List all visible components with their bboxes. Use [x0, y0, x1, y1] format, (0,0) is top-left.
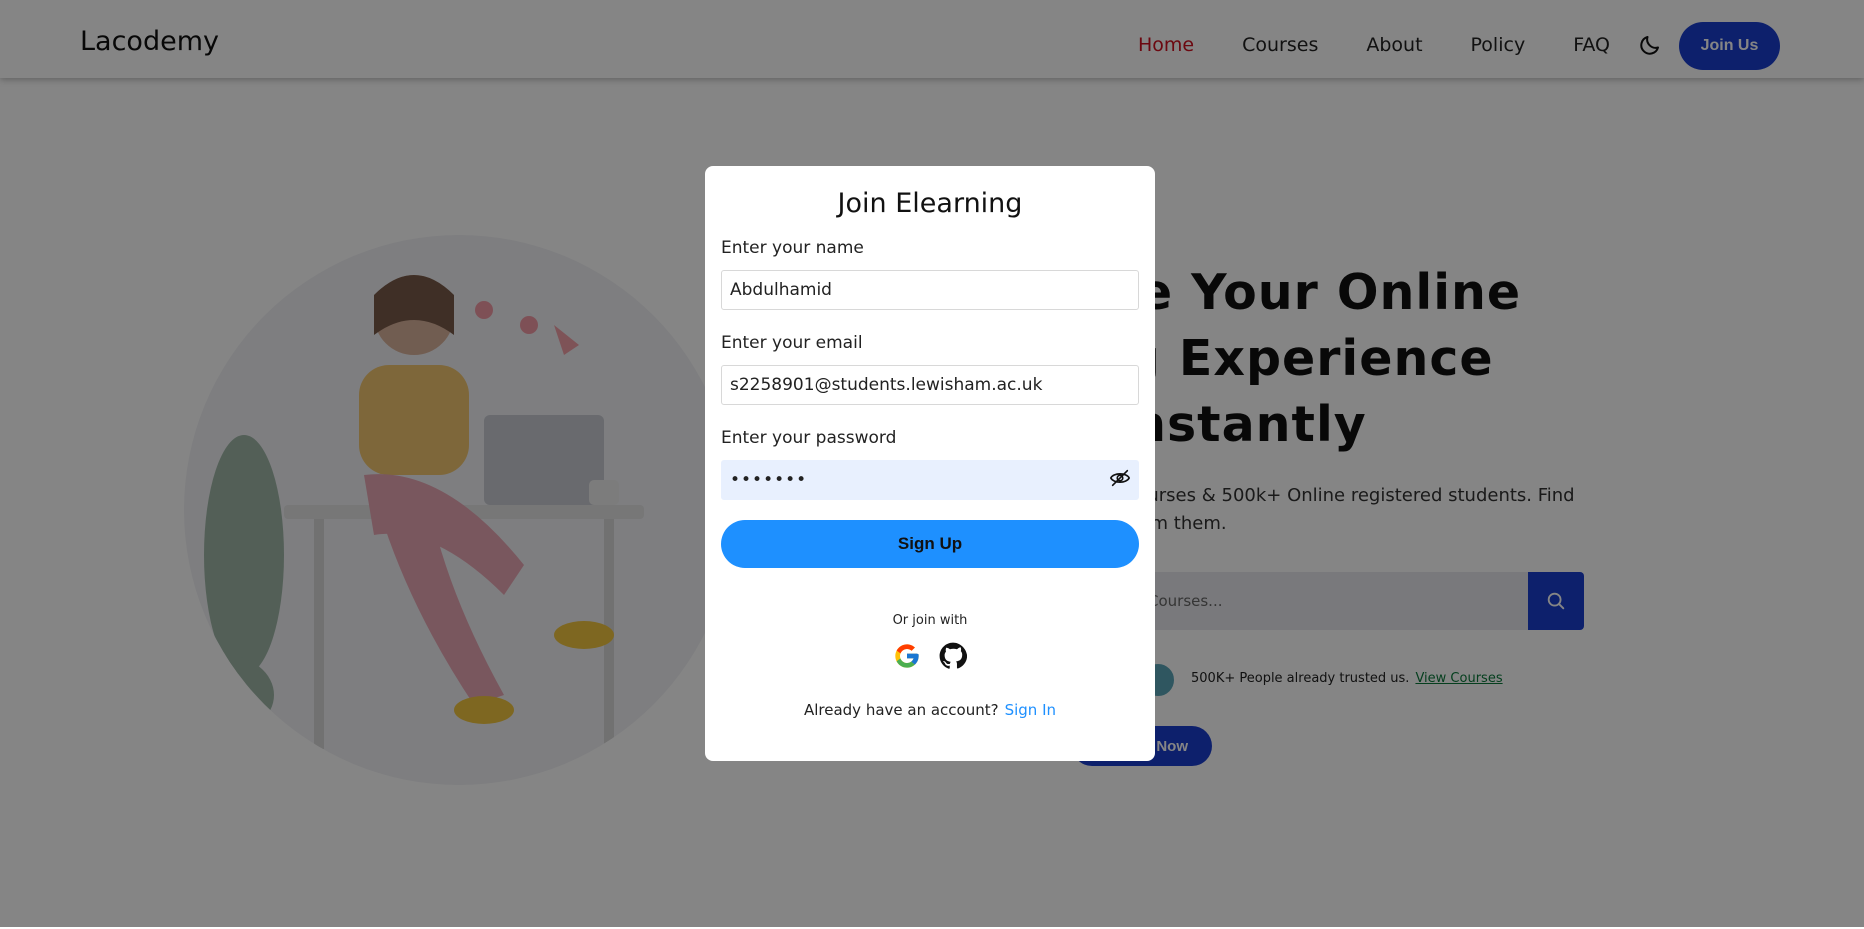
or-join-with-text: Or join with: [892, 613, 968, 628]
email-label: Enter your email: [721, 333, 863, 353]
sign-up-button[interactable]: Sign Up: [721, 520, 1139, 568]
modal-title: Join Elearning: [837, 188, 1023, 219]
google-icon[interactable]: [893, 642, 921, 670]
name-label: Enter your name: [721, 238, 864, 258]
password-field[interactable]: [721, 460, 1139, 500]
password-label: Enter your password: [721, 428, 897, 448]
sign-in-link[interactable]: Sign In: [1005, 701, 1056, 719]
already-text: Already have an account?: [803, 701, 999, 719]
name-field[interactable]: [721, 270, 1139, 310]
github-icon[interactable]: [939, 642, 967, 670]
signup-modal: Join Elearning Enter your name Enter you…: [705, 166, 1155, 761]
already-have-account: Already have an account? Sign In: [705, 701, 1155, 719]
eye-slash-icon[interactable]: [1109, 467, 1131, 489]
email-field[interactable]: [721, 365, 1139, 405]
